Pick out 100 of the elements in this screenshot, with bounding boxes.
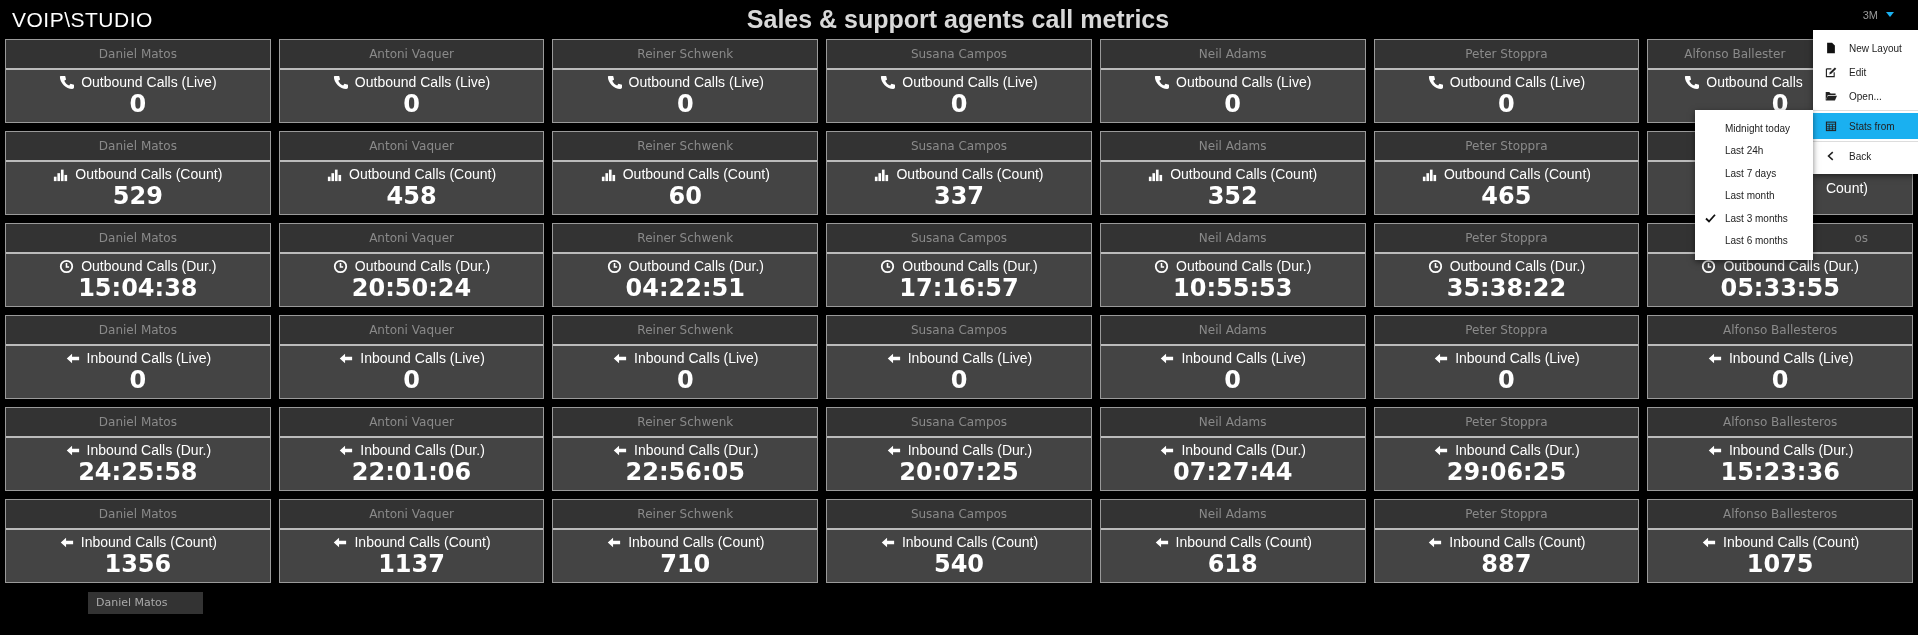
metric-label: Inbound Calls (Dur.) <box>360 442 485 458</box>
menu-item[interactable]: Last 3 months <box>1695 207 1813 230</box>
menu-item[interactable]: Last 6 months <box>1695 229 1813 252</box>
agent-name: Daniel Matos <box>98 415 177 429</box>
menu-item[interactable]: Last 24h <box>1695 139 1813 162</box>
metric-value: 15:23:36 <box>1720 458 1840 486</box>
agent-name: Antoni Vaquer <box>369 323 454 337</box>
agent-name: Peter Stoppra <box>1465 323 1548 337</box>
clock-icon <box>59 258 75 274</box>
metric-label: Outbound Calls <box>1706 74 1803 90</box>
metric-value: 0 <box>1498 90 1515 118</box>
period-dropdown[interactable]: 3M <box>1704 8 1904 31</box>
metric-label: Inbound Calls (Count) <box>354 534 491 550</box>
menu-item[interactable]: Edit <box>1813 60 1918 84</box>
metric-label: Outbound Calls (Count) <box>75 166 223 182</box>
metric-value: 22:01:06 <box>351 458 472 486</box>
document-icon <box>1825 42 1837 54</box>
edit-icon <box>1825 66 1837 78</box>
metric-value: 1356 <box>104 550 172 578</box>
agent-name: Susana Campos <box>910 415 1008 429</box>
agent-name: Peter Stoppra <box>1465 139 1548 153</box>
metric-label: Inbound Calls (Count) <box>1449 534 1586 550</box>
agent-name: Peter Stoppra <box>1465 231 1548 245</box>
agent-name: Alfonso Ballesteros <box>1722 507 1838 521</box>
metric-value: 0 <box>950 90 968 118</box>
metric-label: Outbound Calls (Live) <box>1449 74 1586 90</box>
metric-label: Inbound Calls (Live) <box>360 350 485 366</box>
agent-name: Daniel Matos <box>98 231 177 245</box>
page-title: Sales & support agents call metrics <box>746 5 1170 34</box>
metric-value: 07:27:44 <box>1173 458 1293 486</box>
phone-icon <box>1427 74 1443 90</box>
agent-name: Reiner Schwenk <box>637 231 734 245</box>
clock-icon <box>1154 258 1169 274</box>
metric-value: 35:38:22 <box>1446 274 1567 302</box>
agent-name: Daniel Matos <box>98 323 177 337</box>
metric-label: Count) <box>1825 180 1868 196</box>
menu-item[interactable]: Midnight today <box>1695 117 1813 140</box>
menu-item[interactable]: Last month <box>1695 184 1813 207</box>
metric-label: Inbound Calls (Count) <box>80 534 217 550</box>
metric-value: 0 <box>129 366 147 394</box>
metric-value: 337 <box>933 182 985 210</box>
metric-label: Inbound Calls (Live) <box>1181 350 1306 366</box>
metric-value: 540 <box>933 550 985 578</box>
metric-label: Outbound Calls (Count) <box>1170 166 1318 182</box>
menu-item[interactable]: Open... <box>1813 84 1918 108</box>
metric-label: Outbound Calls (Dur.) <box>81 258 217 274</box>
phone-icon <box>606 74 622 90</box>
agent-name: Susana Campos <box>910 507 1008 521</box>
metric-value: 05:33:55 <box>1720 274 1840 302</box>
agent-name: Daniel Matos <box>98 139 177 153</box>
agent-name: Antoni Vaquer <box>369 139 454 153</box>
metric-value: 20:50:24 <box>351 274 472 302</box>
metric-value: 24:25:58 <box>78 458 198 486</box>
metric-value: 22:56:05 <box>625 458 745 486</box>
agent-name: os <box>1854 231 1868 245</box>
agent-name: Reiner Schwenk <box>637 507 734 521</box>
metric-label: Inbound Calls (Dur.) <box>907 442 1033 458</box>
metric-label: Outbound Calls (Dur.) <box>1723 258 1859 274</box>
metric-value: 0 <box>950 366 968 394</box>
metric-value: 0 <box>129 90 147 118</box>
metric-label: Inbound Calls (Live) <box>634 350 759 366</box>
agent-name: Reiner Schwenk <box>637 415 734 429</box>
metric-label: Outbound Calls (Dur.) <box>902 258 1038 274</box>
menu-item[interactable]: Back <box>1813 144 1918 168</box>
metric-label: Outbound Calls (Live) <box>1176 74 1312 90</box>
agent-name: Alfonso Ballesteros <box>1722 323 1838 337</box>
agent-name: Neil Adams <box>1198 415 1267 429</box>
phone-icon <box>59 74 75 90</box>
metric-value: 618 <box>1207 550 1258 578</box>
menu-item[interactable]: Last 7 days <box>1695 162 1813 185</box>
metric-label: Inbound Calls (Count) <box>901 534 1039 550</box>
metric-value: 20:07:25 <box>899 458 1019 486</box>
metric-value: 29:06:25 <box>1446 458 1567 486</box>
metric-value: 458 <box>386 182 437 210</box>
metric-value: 0 <box>676 90 694 118</box>
agent-name: Neil Adams <box>1198 139 1267 153</box>
agent-name: Neil Adams <box>1198 507 1267 521</box>
agent-name: Peter Stoppra <box>1465 415 1548 429</box>
metric-value: 529 <box>112 182 163 210</box>
metric-label: Inbound Calls (Live) <box>86 350 212 366</box>
menu-item[interactable]: Stats from <box>1813 113 1918 139</box>
agent-name: Alfonso Ballesteros <box>1722 415 1838 429</box>
metric-label: Outbound Calls (Count) <box>349 166 497 182</box>
metric-label: Inbound Calls (Dur.) <box>634 442 759 458</box>
metric-label: Outbound Calls (Dur.) <box>1449 258 1586 274</box>
metric-label: Inbound Calls (Live) <box>907 350 1033 366</box>
metric-label: Inbound Calls (Dur.) <box>1455 442 1580 458</box>
phone-icon <box>332 74 348 90</box>
menu-item[interactable]: New Layout <box>1813 36 1918 60</box>
agent-name: Antoni Vaquer <box>369 231 454 245</box>
metric-value: 0 <box>1771 366 1789 394</box>
agent-name: Reiner Schwenk <box>637 47 734 61</box>
clock-icon <box>606 258 622 274</box>
caret-icon <box>1886 12 1894 17</box>
agent-name: Susana Campos <box>910 323 1008 337</box>
clock-icon <box>880 258 896 274</box>
agent-name: Antoni Vaquer <box>369 47 454 61</box>
metric-value: 0 <box>403 90 420 118</box>
metric-value: 04:22:51 <box>625 274 745 302</box>
metric-value: 17:16:57 <box>899 274 1019 302</box>
